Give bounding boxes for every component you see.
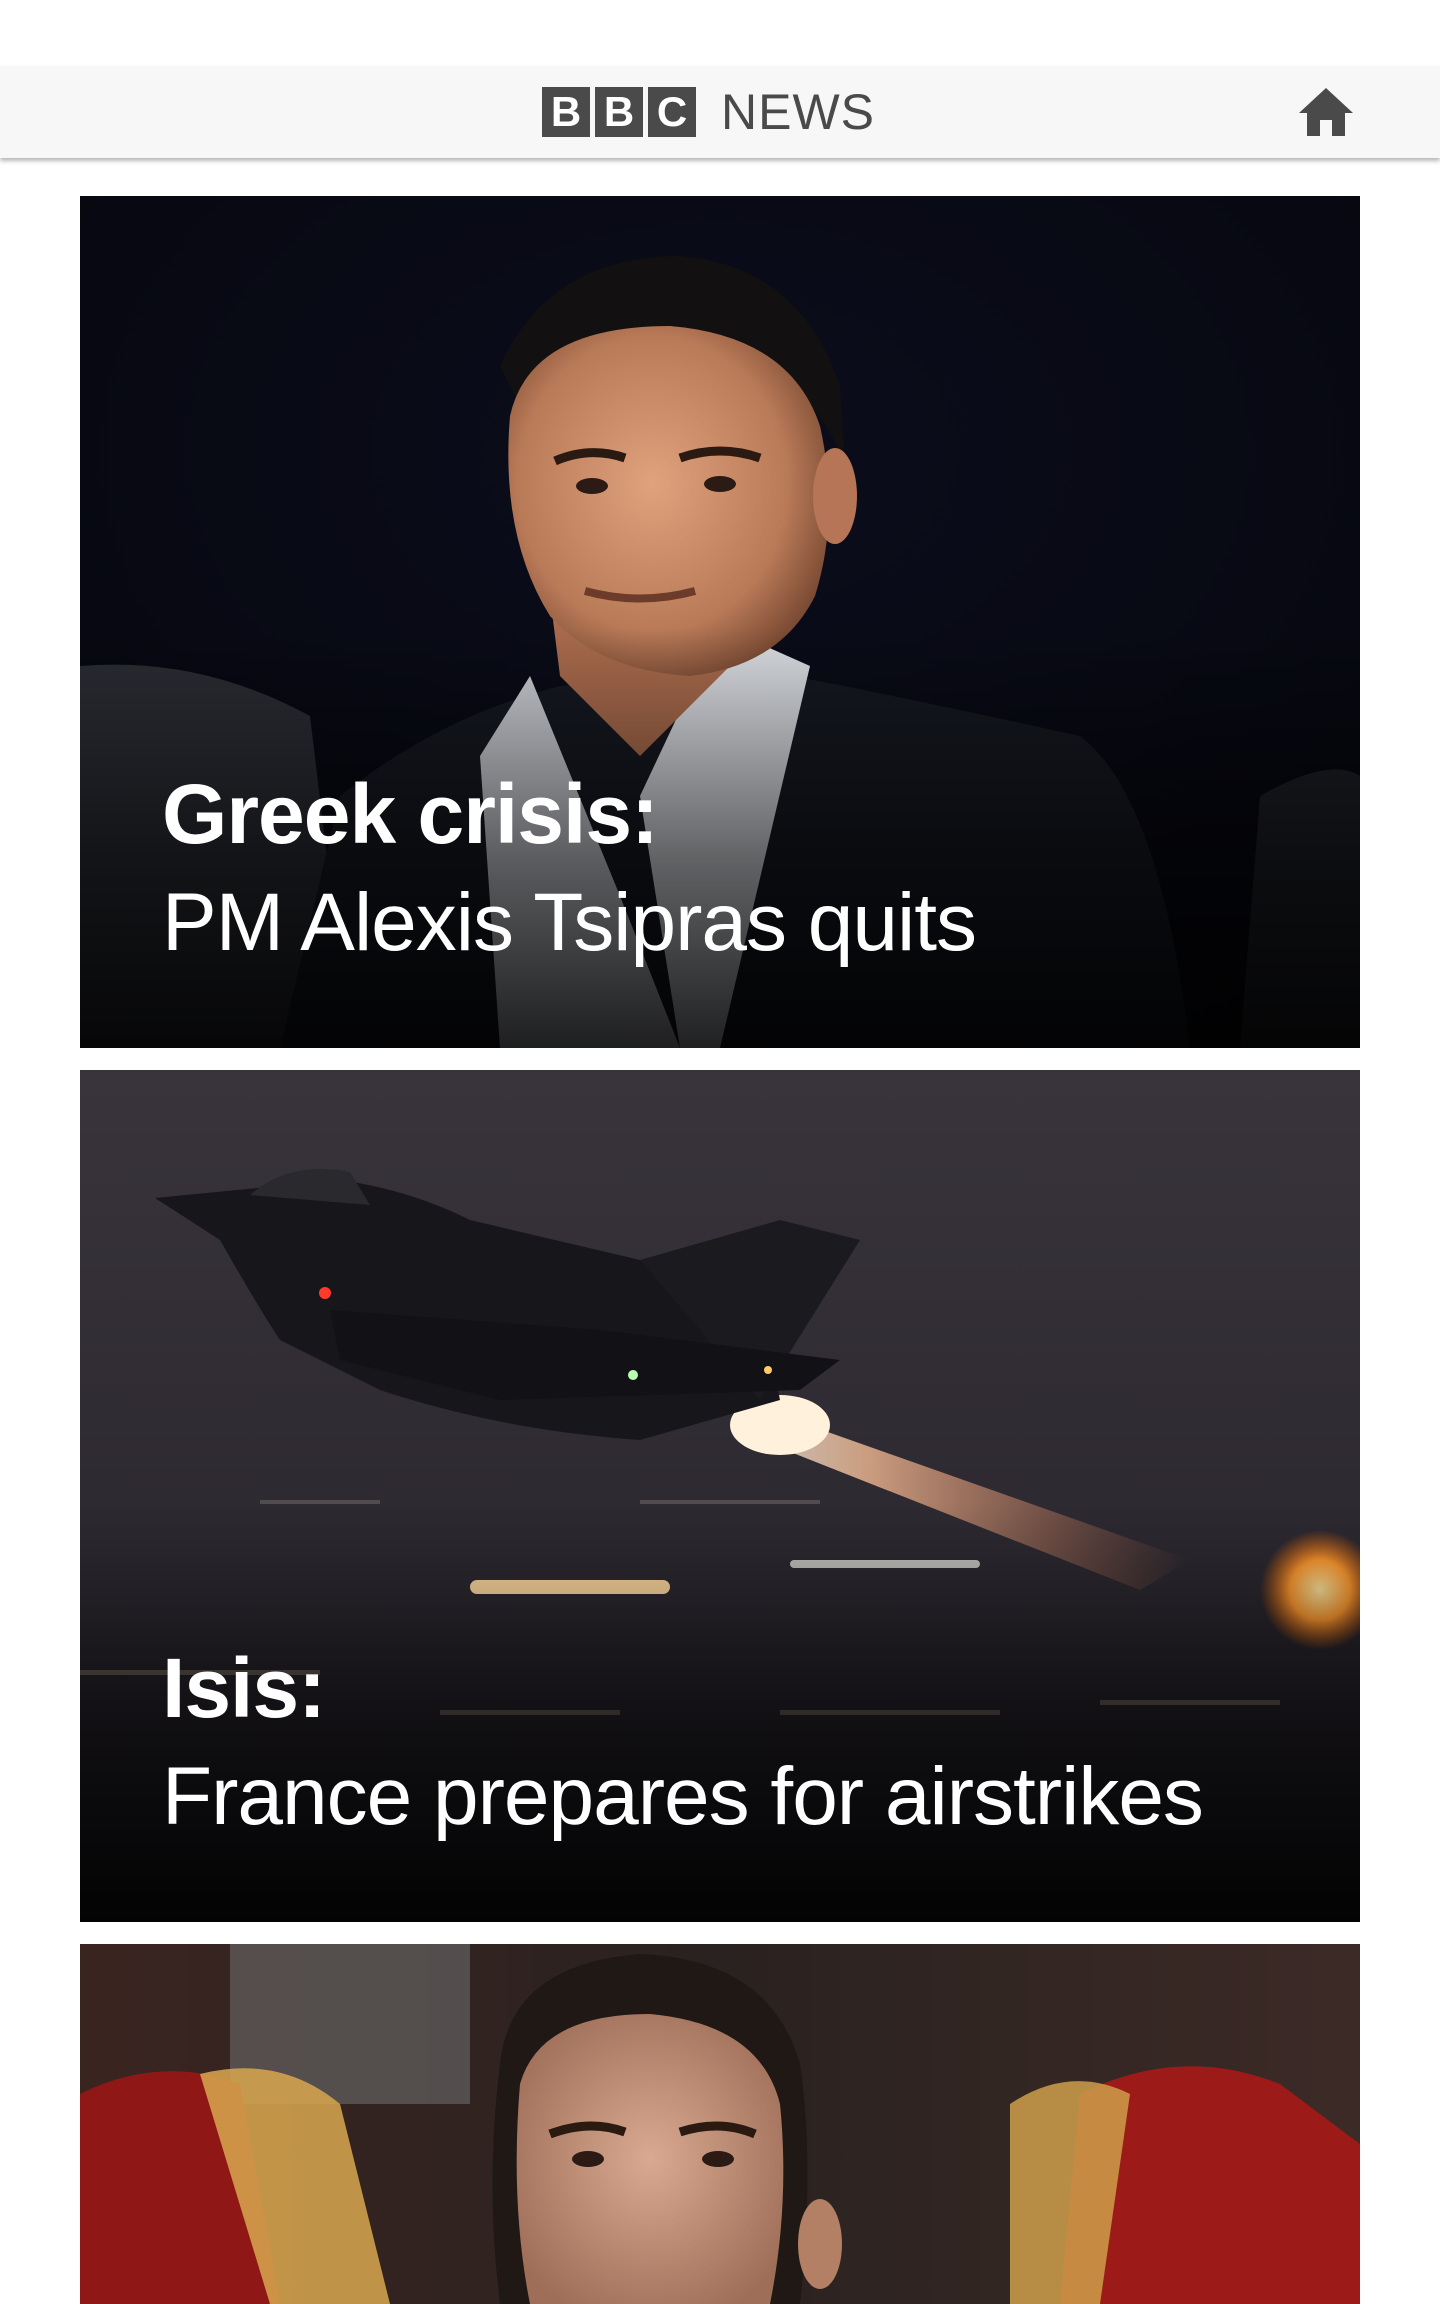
status-strip	[0, 0, 1440, 66]
story-image-portrait	[80, 1944, 1360, 2304]
story-caption: Greek crisis: PM Alexis Tsipras quits	[162, 760, 977, 978]
logo-letter-b2: B	[595, 87, 643, 137]
story-card-greek-crisis[interactable]: Greek crisis: PM Alexis Tsipras quits	[80, 196, 1360, 1048]
story-topic: Isis:	[162, 1641, 326, 1735]
story-headline[interactable]: PM Alexis Tsipras quits	[162, 868, 977, 978]
story-headline[interactable]: France prepares for airstrikes	[162, 1742, 1204, 1852]
logo-news-text: NEWS	[721, 84, 875, 140]
logo-letter-c: C	[648, 87, 696, 137]
bbc-news-logo[interactable]: B B C NEWS	[542, 66, 875, 158]
home-button[interactable]	[1290, 82, 1362, 142]
story-caption: Isis: France prepares for airstrikes	[162, 1634, 1204, 1852]
story-topic: Greek crisis:	[162, 767, 659, 861]
logo-letter-b1: B	[542, 87, 590, 137]
home-icon	[1299, 88, 1353, 136]
app-header: B B C NEWS	[0, 66, 1440, 158]
story-card-third[interactable]	[80, 1944, 1360, 2304]
story-card-isis[interactable]: Isis: France prepares for airstrikes	[80, 1070, 1360, 1922]
